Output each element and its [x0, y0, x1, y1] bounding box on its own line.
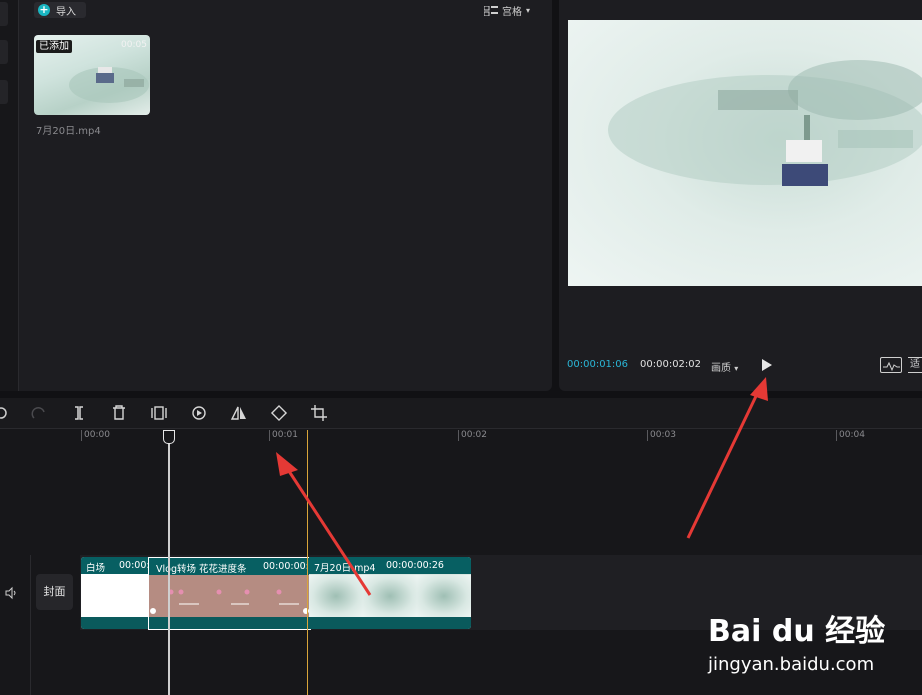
baidu-url: jingyan.baidu.com	[708, 654, 875, 675]
arrow-line	[686, 391, 760, 539]
arrow-head	[276, 452, 298, 476]
arrow-head	[750, 377, 768, 401]
baidu-logo: Bai du 经验	[708, 614, 886, 649]
arrow-line	[283, 464, 372, 596]
annotation-arrows	[276, 377, 768, 596]
